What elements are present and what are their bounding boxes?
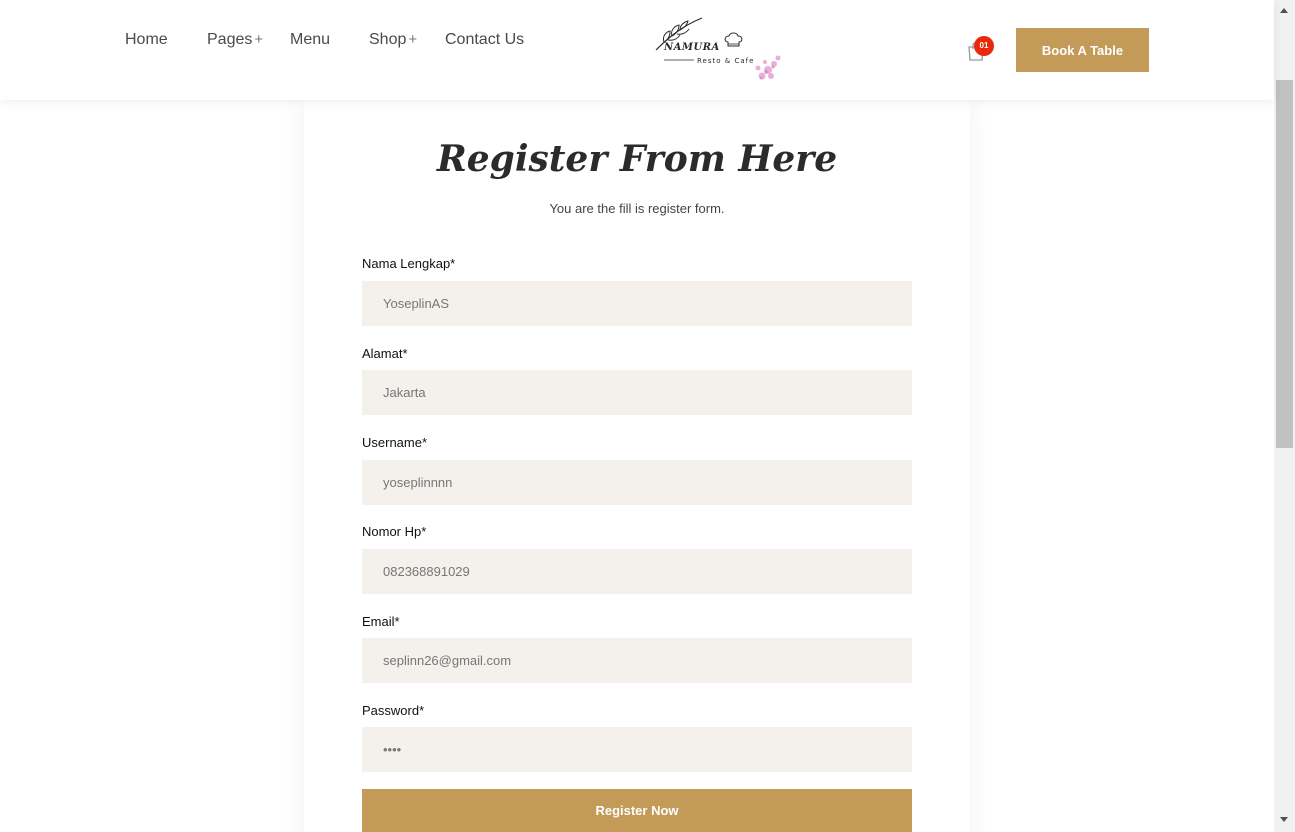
- nav-menu-label: Menu: [290, 31, 331, 48]
- phone-label: Nomor Hp*: [362, 524, 427, 539]
- password-field[interactable]: [362, 727, 912, 772]
- site-header: Home Pages + Menu Shop + Contact Us NAMURA…: [0, 0, 1274, 100]
- scroll-up-arrow-icon[interactable]: [1280, 8, 1288, 13]
- book-table-button[interactable]: Book A Table: [1016, 28, 1149, 72]
- nav-pages-label: Pages: [207, 31, 253, 48]
- logo-brand-text: NAMURA: [663, 42, 720, 53]
- nav-home[interactable]: Home: [125, 31, 168, 49]
- scrollbar-thumb[interactable]: [1276, 80, 1293, 448]
- page-title: Register From Here: [436, 138, 838, 180]
- cart-count-badge: 01: [974, 36, 994, 56]
- nav-menu[interactable]: Menu: [290, 31, 330, 49]
- username-label: Username*: [362, 435, 428, 450]
- nav-contact-label: Contact Us: [445, 31, 525, 48]
- address-field[interactable]: [362, 370, 912, 415]
- phone-field[interactable]: [362, 549, 912, 594]
- nav-home-label: Home: [125, 31, 168, 48]
- password-label: Password*: [362, 703, 425, 718]
- register-button[interactable]: Register Now: [362, 789, 912, 832]
- email-field[interactable]: [362, 638, 912, 683]
- nav-contact[interactable]: Contact Us: [445, 31, 524, 49]
- plus-icon: +: [408, 31, 418, 48]
- plus-icon: +: [254, 31, 264, 48]
- username-field[interactable]: [362, 460, 912, 505]
- full-name-field[interactable]: [362, 281, 912, 326]
- page-scrollbar[interactable]: [1274, 0, 1295, 832]
- logo-graphic: NAMURA Resto & Cafe: [655, 17, 781, 80]
- full-name-label: Nama Lengkap*: [362, 256, 456, 271]
- brand-logo[interactable]: NAMURA Resto & Cafe: [650, 14, 790, 86]
- nav-shop-label: Shop: [369, 31, 407, 48]
- nav-shop[interactable]: Shop +: [369, 31, 417, 49]
- scroll-down-arrow-icon[interactable]: [1280, 817, 1288, 822]
- logo-tagline-text: Resto & Cafe: [697, 57, 754, 65]
- email-label: Email*: [362, 614, 400, 629]
- nav-pages[interactable]: Pages +: [207, 31, 263, 49]
- address-label: Alamat*: [362, 346, 408, 361]
- page-subtitle: You are the fill is register form.: [549, 201, 725, 216]
